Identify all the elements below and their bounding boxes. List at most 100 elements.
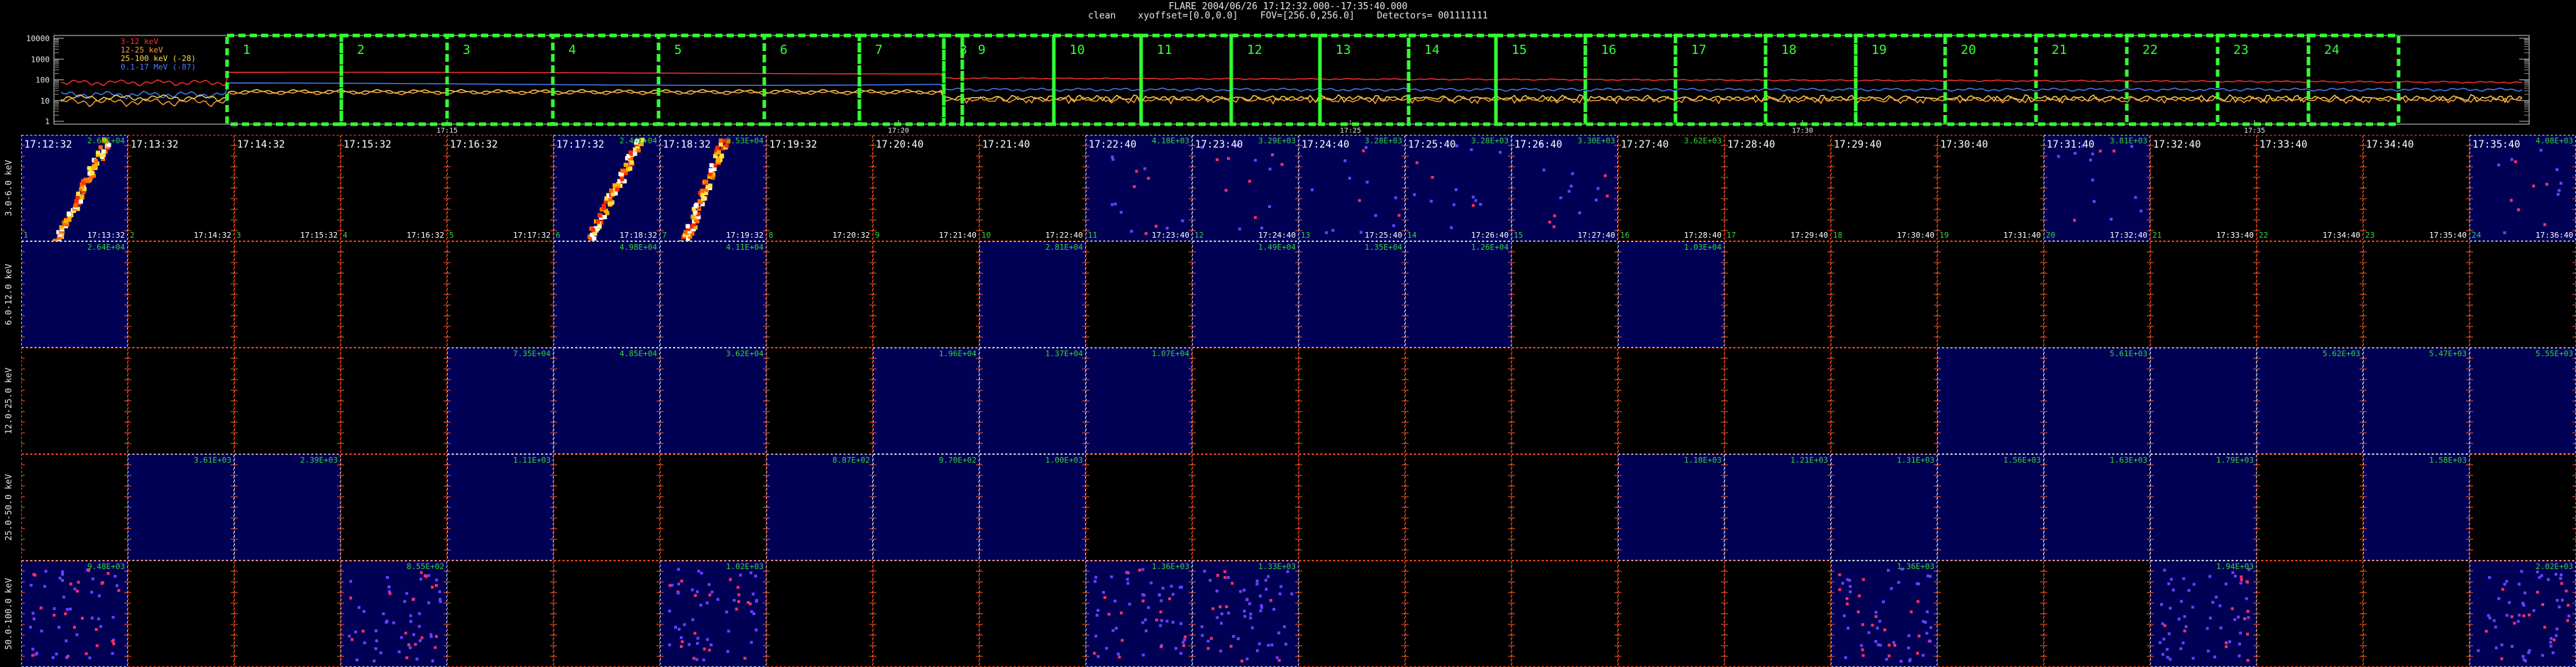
emission-pixel [1258,595,1262,598]
emission-pixel [2500,657,2504,661]
image-cell [1086,454,1192,561]
image-cell [1405,561,1512,667]
image-background [554,241,660,348]
emission-pixel [1364,145,1367,149]
emission-pixel [2163,568,2167,572]
emission-pixel [1111,155,1114,159]
emission-pixel [400,636,403,639]
emission-pixel [1899,659,1903,663]
emission-pixel [1165,226,1169,230]
emission-pixel [1238,227,1241,231]
emission-pixel [1257,642,1261,646]
image-end-time: 17:19:32 [726,231,764,240]
emission-pixel [2528,649,2531,653]
image-end-time: 17:23:40 [1152,231,1189,240]
image-cell: 17:19:32 17:20:32 8 [766,135,873,241]
emission-pixel [2239,581,2242,585]
image-cell: 7.35E+04 [447,348,554,454]
emission-pixel [2225,641,2228,644]
emission-pixel [2161,653,2164,656]
emission-pixel [1365,180,1369,184]
emission-pixel [1093,651,1096,655]
image-border [2470,454,2576,561]
emission-pixel [692,656,695,660]
emission-pixel [61,570,65,573]
emission-pixel [1283,625,1287,629]
emission-pixel [2179,600,2183,603]
emission-pixel [1886,568,1890,572]
emission-pixel [1871,624,1874,627]
emission-pixel [2532,609,2536,612]
emission-pixel [2218,604,2222,607]
image-background [979,348,1086,454]
emission-pixel [2247,616,2250,619]
image-border [1831,348,1937,454]
emission-pixel [2505,580,2509,583]
emission-pixel [700,571,703,575]
image-cell [1724,348,1831,454]
emission-pixel [590,227,595,232]
image-end-time: 17:32:40 [2110,231,2147,240]
image-cell: 4.18E+03 17:22:40 17:23:40 11 [1086,135,1192,241]
emission-pixel [55,652,58,656]
emission-pixel [1145,629,1148,633]
emission-pixel [2240,575,2243,579]
emission-pixel [1413,193,1416,197]
emission-pixel [1499,150,1502,154]
image-cell [1937,241,2044,348]
image-cell [554,454,660,561]
emission-pixel [1267,575,1270,578]
image-cell [979,561,1086,667]
emission-pixel [695,658,698,661]
emission-pixel [379,651,382,654]
emission-pixel [2549,644,2553,648]
emission-pixel [40,629,43,633]
emission-pixel [1893,644,1897,647]
emission-pixel [2225,645,2228,649]
emission-pixel [677,568,681,571]
emission-pixel [420,636,424,639]
emission-pixel [84,652,88,656]
emission-pixel [2183,629,2186,633]
image-cell [1724,561,1831,667]
emission-pixel [2177,617,2181,621]
emission-pixel [2528,613,2531,617]
emission-pixel [2098,149,2102,153]
emission-pixel [2091,178,2094,182]
image-cell: 17:20:40 17:21:40 9 [873,135,979,241]
emission-pixel [419,578,423,581]
image-border [2044,561,2150,667]
image-max-value: 1.36E+03 [1152,562,1189,571]
emission-pixel [2487,614,2490,617]
emission-pixel [1861,654,1865,657]
emission-pixel [1604,174,1607,177]
emission-pixel [1849,590,1852,594]
image-index: 13 [1301,231,1310,240]
emission-pixel [2206,649,2210,653]
emission-pixel [407,643,411,646]
emission-pixel [2057,155,2060,158]
emission-pixel [53,613,56,617]
emission-pixel [1147,606,1150,610]
emission-pixel [1359,231,1363,234]
image-max-value: 1.03E+04 [1684,243,1722,252]
emission-pixel [1095,614,1099,617]
emission-pixel [1553,214,1556,218]
emission-pixel [1135,170,1138,173]
emission-pixel [1849,585,1852,588]
image-cell: 3.30E+03 17:26:40 17:27:40 15 [1512,135,1618,241]
emission-pixel [2559,577,2563,580]
image-max-value: 1.18E+03 [1684,456,1722,465]
image-border [873,561,979,667]
image-max-value: 1.21E+03 [1790,456,1828,465]
emission-pixel [2169,578,2173,581]
emission-pixel [1216,158,1219,162]
image-background [2044,454,2150,561]
image-border [1618,561,1724,667]
emission-pixel [2497,597,2501,600]
emission-pixel [2560,573,2563,577]
emission-pixel [691,618,695,622]
emission-pixel [1270,643,1274,646]
image-max-value: 3.29E+03 [1258,136,1296,145]
emission-pixel [415,657,419,661]
